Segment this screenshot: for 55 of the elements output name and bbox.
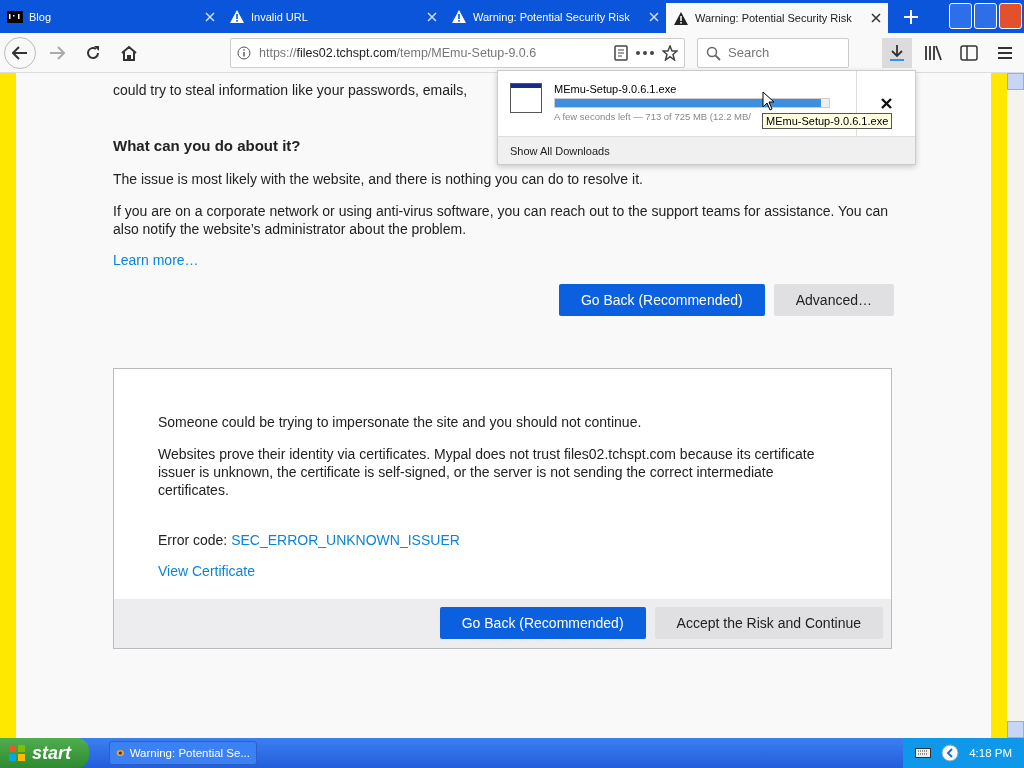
tooltip: MEmu-Setup-9.0.6.1.exe <box>762 113 893 129</box>
app-icon <box>116 747 125 759</box>
accept-risk-button[interactable]: Accept the Risk and Continue <box>654 607 883 639</box>
download-file-name: MEmu-Setup-9.0.6.1.exe <box>554 83 678 95</box>
warning-icon <box>451 9 467 24</box>
library-icon <box>924 44 942 61</box>
windows-logo-icon <box>8 744 26 762</box>
back-arrow-icon <box>12 45 28 60</box>
search-field[interactable]: Search <box>697 37 849 68</box>
go-back-button[interactable]: Go Back (Recommended) <box>558 284 765 316</box>
intro-text: could try to steal information like your passwords, emails, <box>113 81 468 99</box>
browser-tab[interactable]: Warning: Potential Security Risk <box>666 3 888 33</box>
browser-tab[interactable]: Blog <box>0 0 222 33</box>
warning-icon <box>673 10 689 26</box>
close-icon <box>880 98 892 109</box>
site-logo-icon <box>7 10 23 23</box>
plus-icon <box>904 9 918 24</box>
error-code-link[interactable]: SEC_ERROR_UNKNOWN_ISSUER <box>231 532 460 548</box>
download-button[interactable] <box>882 37 912 68</box>
start-button[interactable]: start <box>0 738 89 768</box>
home-icon <box>121 44 137 61</box>
learn-more-link[interactable]: Learn more… <box>113 252 199 268</box>
paragraph: The issue is most likely with the website, and there is nothing you can do to resolve it. <box>113 170 644 188</box>
taskbar-button[interactable]: Warning: Potential Se... <box>109 741 257 765</box>
paragraph: If you are on a corporate network or using anti-virus software, you can reach out to the support teams for assistance. You can also notify the website’s administrator about the problem. <box>113 202 890 238</box>
star-icon[interactable] <box>662 44 678 61</box>
download-icon <box>889 43 905 62</box>
menu-icon <box>997 45 1013 60</box>
browser-tab[interactable]: Invalid URL <box>222 0 444 33</box>
address-bar[interactable]: https://files02.tchspt.com/temp/MEmu-Setup-9.0.6 <box>230 37 685 68</box>
download-status: A few seconds left — 713 of 725 MB (12.2 MB/ <box>554 111 751 122</box>
view-certificate-link[interactable]: View Certificate <box>158 563 255 579</box>
clock: 4:18 PM <box>969 747 1012 759</box>
reload-icon <box>85 44 101 61</box>
mouse-cursor-icon <box>762 91 775 111</box>
section-heading: What can you do about it? <box>113 137 301 154</box>
go-back-button[interactable]: Go Back (Recommended) <box>439 607 646 639</box>
more-icon[interactable] <box>636 50 654 55</box>
show-all-downloads-button[interactable]: Show All Downloads <box>498 136 915 164</box>
sidebar-icon <box>960 44 978 61</box>
window-file-icon <box>510 83 542 113</box>
browser-tab[interactable]: Warning: Potential Security Risk <box>444 0 666 33</box>
paragraph: Someone could be trying to impersonate the site and you should not continue. <box>158 413 643 431</box>
advanced-button[interactable]: Advanced… <box>773 284 894 316</box>
paragraph: Websites prove their identity via certificates. Mypal does not trust files02.tchspt.com because its certificate issuer is unknown, the certificate is self-signed, or the server is not sending the correct intermediate certificates. <box>158 445 816 499</box>
forward-arrow-icon <box>49 45 65 60</box>
scrollbar[interactable] <box>1007 73 1024 738</box>
chevron-icon[interactable] <box>941 744 960 762</box>
close-icon[interactable] <box>871 13 881 23</box>
info-icon[interactable] <box>237 45 251 60</box>
keyboard-icon[interactable] <box>915 748 932 758</box>
reader-view-icon[interactable] <box>614 44 628 61</box>
warning-icon <box>229 9 245 24</box>
search-icon <box>706 45 721 61</box>
error-code-label: Error code: <box>158 532 228 548</box>
